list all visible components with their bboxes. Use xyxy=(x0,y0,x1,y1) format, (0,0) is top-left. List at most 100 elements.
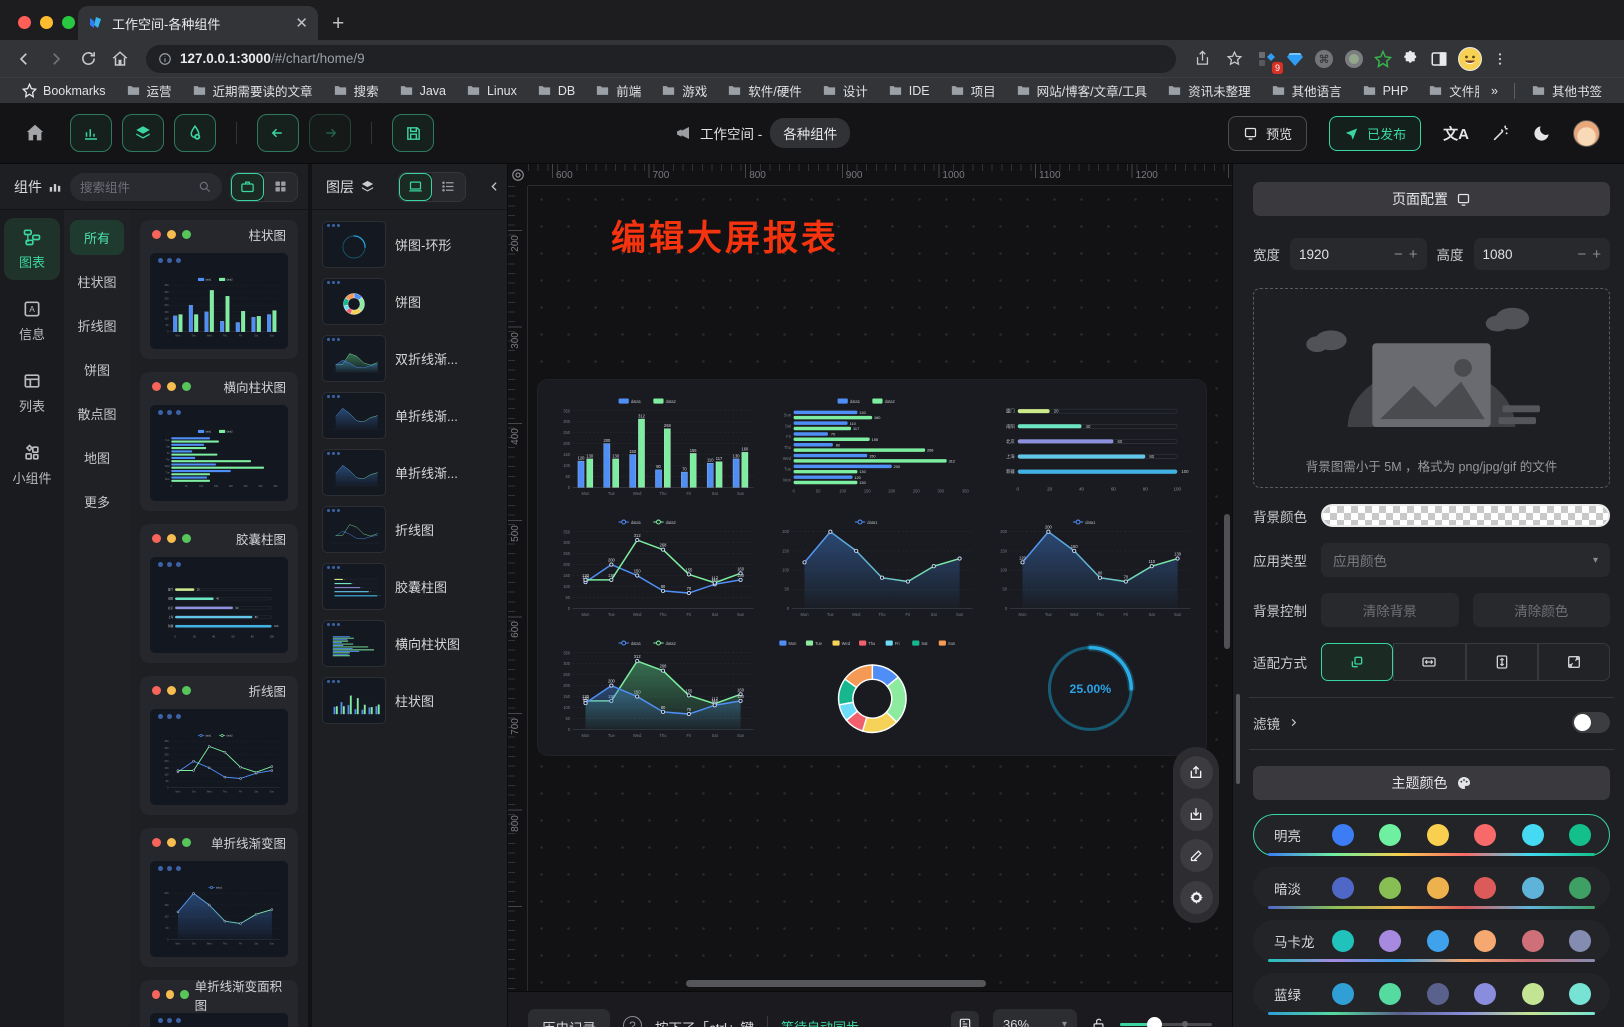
layer-item-double-line-gradient-area[interactable]: 双折线渐... xyxy=(318,330,501,387)
reload-icon[interactable] xyxy=(74,45,102,73)
other-bookmarks-folder[interactable]: 其他书签 xyxy=(1523,81,1610,100)
app-home-icon[interactable] xyxy=(24,122,46,144)
height-value[interactable]: 1080 xyxy=(1483,247,1572,262)
preview-button[interactable]: 预览 xyxy=(1228,116,1307,151)
background-upload-dropzone[interactable]: 背景图需小于 5M ，格式为 png/jpg/gif 的文件 xyxy=(1253,288,1610,488)
canvas-text-element[interactable]: 编辑大屏报表 xyxy=(611,210,839,261)
component-search-input[interactable]: 搜索组件 xyxy=(70,173,222,201)
layer-item-horizontal-bar[interactable]: 横向柱状图 xyxy=(318,615,501,672)
layer-item-capsule[interactable]: 20406080100胶囊柱图 xyxy=(318,558,501,615)
undo-button[interactable] xyxy=(257,114,299,152)
fit-width-button[interactable] xyxy=(1393,643,1465,681)
tab-group-extension-icon[interactable]: 9 xyxy=(1258,50,1276,68)
decrement-icon[interactable]: − xyxy=(1394,246,1403,263)
bookmark-item[interactable]: DB xyxy=(529,83,583,98)
export-button[interactable] xyxy=(1180,756,1213,789)
settings-gear-icon[interactable] xyxy=(1180,881,1213,914)
publish-button[interactable]: 已发布 xyxy=(1329,116,1421,151)
round-extension-icon[interactable] xyxy=(1344,49,1364,69)
window-close-button[interactable] xyxy=(18,16,31,29)
user-avatar[interactable] xyxy=(1573,120,1600,147)
layers-panel-toggle-button[interactable] xyxy=(122,114,164,152)
new-tab-button[interactable]: + xyxy=(332,12,344,36)
save-button[interactable] xyxy=(392,114,434,152)
increment-icon[interactable]: + xyxy=(1592,246,1601,263)
bookmark-item[interactable]: 网站/博客/文章/工具 xyxy=(1008,81,1155,100)
home-icon[interactable] xyxy=(106,45,134,73)
component-card-line[interactable]: 折线图data1data2050100150200250300350MonTue… xyxy=(140,676,298,815)
app-type-select[interactable]: 应用颜色 ▾ xyxy=(1321,543,1610,577)
browser-tab[interactable]: 工作空间-各种组件 ✕ xyxy=(78,6,318,40)
puzzle-extensions-icon[interactable] xyxy=(1402,50,1420,68)
align-panel-button[interactable] xyxy=(951,1011,979,1027)
width-value[interactable]: 1920 xyxy=(1299,247,1388,262)
layer-item-single-line-gradient-area[interactable]: 单折线渐... xyxy=(318,444,501,501)
bookmark-item[interactable]: 前端 xyxy=(587,81,649,100)
bookmark-item[interactable]: IDE xyxy=(880,83,938,98)
import-button[interactable] xyxy=(1180,798,1213,831)
bookmarks-root[interactable]: Bookmarks xyxy=(14,83,114,98)
layer-item-grouped-bar[interactable]: 柱状图 xyxy=(318,672,501,729)
bookmark-item[interactable]: 运营 xyxy=(118,81,180,100)
zoom-slider[interactable] xyxy=(1120,1023,1212,1026)
layer-item-donut[interactable]: 饼图 xyxy=(318,273,501,330)
forward-icon[interactable] xyxy=(42,45,70,73)
chart-progress-ring[interactable]: 25.00% xyxy=(981,628,1200,749)
fit-scale-button[interactable] xyxy=(1321,643,1393,681)
sidebar-item-信息[interactable]: A信息 xyxy=(4,290,60,352)
layer-item-line[interactable]: 折线图 xyxy=(318,501,501,558)
chart-single-line-gradient-area[interactable]: data1050100150200MonTueWedThuFriSatSun12… xyxy=(981,507,1200,628)
help-icon[interactable]: ? xyxy=(623,1016,642,1027)
history-button[interactable]: 历史记录 xyxy=(528,1009,610,1027)
bookmark-item[interactable]: 资讯未整理 xyxy=(1159,81,1259,100)
sidebar-item-小组件[interactable]: 小组件 xyxy=(4,434,60,496)
chart-capsule[interactable]: 厦门20南阳40北京60上海80新疆100020406080100 xyxy=(981,386,1200,507)
theme-row-明亮[interactable]: 明亮 xyxy=(1253,814,1610,856)
category-柱状图[interactable]: 柱状图 xyxy=(70,264,124,299)
bookmark-item[interactable]: PHP xyxy=(1354,83,1417,98)
chart-panel-toggle-button[interactable] xyxy=(70,114,112,152)
workspace-name-pill[interactable]: 各种组件 xyxy=(770,118,850,148)
category-地图[interactable]: 地图 xyxy=(70,440,124,475)
zoom-select[interactable]: 36% ▾ xyxy=(993,1009,1077,1027)
chart-double-line-gradient-area[interactable]: data1data2050100150200250300350MonTueWed… xyxy=(544,628,763,749)
magic-wand-icon[interactable] xyxy=(1491,124,1510,143)
chart-grouped-bar[interactable]: data1data2050100150200250300350MonTueWed… xyxy=(544,386,763,507)
gem-extension-icon[interactable] xyxy=(1286,50,1304,68)
category-散点图[interactable]: 散点图 xyxy=(70,396,124,431)
increment-icon[interactable]: + xyxy=(1409,246,1418,263)
vertical-scrollbar[interactable] xyxy=(1224,514,1230,649)
bg-color-swatch[interactable] xyxy=(1321,504,1610,527)
tab-close-icon[interactable]: ✕ xyxy=(295,14,308,32)
redo-button[interactable] xyxy=(309,114,351,152)
category-饼图[interactable]: 饼图 xyxy=(70,352,124,387)
chart-line[interactable]: data1data2050100150200250300350MonTueWed… xyxy=(544,507,763,628)
component-card-capsule[interactable]: 胶囊柱图厦门20南阳40北京60上海80新疆100020406080100 xyxy=(140,524,298,663)
bookmark-item[interactable]: 项目 xyxy=(942,81,1004,100)
component-card-single-line-gradient-area[interactable]: 单折线渐变面积图data1050100150200MonTueWedThuFri… xyxy=(140,980,298,1027)
ruler-eye-icon[interactable] xyxy=(508,164,528,186)
side-panel-icon[interactable] xyxy=(1430,50,1448,68)
bookmark-item[interactable]: 设计 xyxy=(814,81,876,100)
sidebar-item-列表[interactable]: 列表 xyxy=(4,362,60,424)
thumbnail-view-button[interactable] xyxy=(399,173,432,201)
component-card-grouped-bar[interactable]: 柱状图data1data2050100150200250300350MonTue… xyxy=(140,220,298,359)
component-card-horizontal-bar[interactable]: 横向柱状图data1data2050100150200250300350MonT… xyxy=(140,372,298,511)
list-view-button[interactable] xyxy=(432,173,465,201)
bookmark-star-icon[interactable] xyxy=(1220,45,1248,73)
category-更多[interactable]: 更多 xyxy=(70,484,124,519)
clear-background-button[interactable]: 清除背景 xyxy=(1321,593,1459,627)
chart-horizontal-bar[interactable]: data1data2050100150200250300350Mon120130… xyxy=(763,386,982,507)
grid-view-button[interactable] xyxy=(264,173,297,201)
collapse-panel-icon[interactable] xyxy=(488,180,501,193)
bookmark-item[interactable]: 文件服务器 xyxy=(1420,81,1479,100)
chevron-right-icon[interactable] xyxy=(1288,717,1299,728)
window-minimize-button[interactable] xyxy=(40,16,53,29)
canvas[interactable]: 6007008009001000110012001300 20030040050… xyxy=(508,164,1232,1027)
chart-single-line-gradient[interactable]: data1050100150200MonTueWedThuFriSatSun xyxy=(763,507,982,628)
lock-icon[interactable] xyxy=(1091,1017,1106,1027)
height-stepper[interactable]: 1080 − + xyxy=(1474,238,1611,270)
sidebar-item-图表[interactable]: 图表 xyxy=(4,218,60,280)
share-icon[interactable] xyxy=(1188,45,1216,73)
layer-item-progress-ring[interactable]: 饼图-环形 xyxy=(318,216,501,273)
